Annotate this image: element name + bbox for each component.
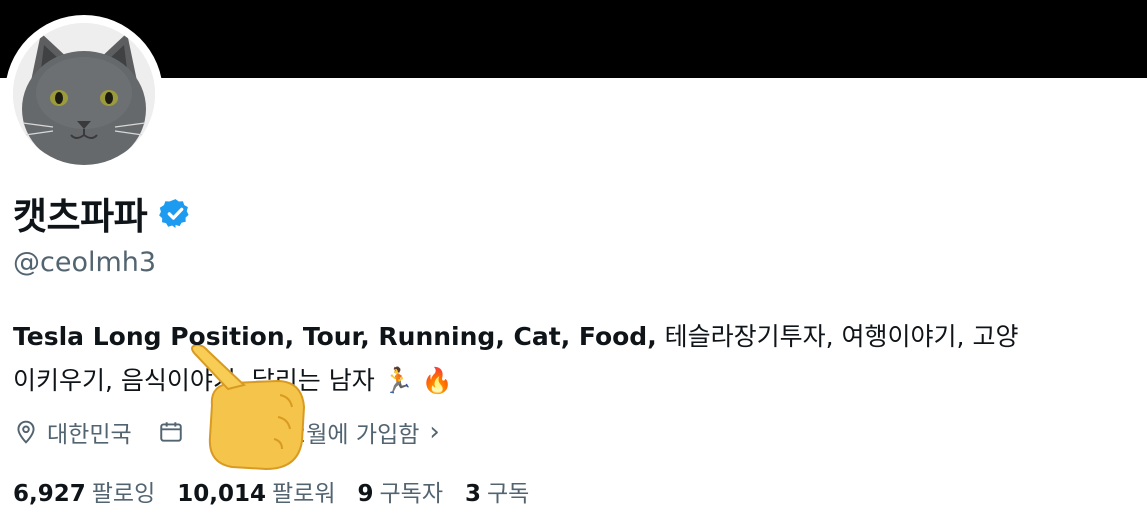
- profile-banner[interactable]: [0, 0, 1147, 78]
- followers-label: 팔로워: [272, 481, 336, 507]
- location-pin-icon: [17, 420, 35, 444]
- thumbs-pointing-hand-emoji: [191, 345, 306, 471]
- bio-korean-text: 테슬라장기투자, 여행이야기, 고양: [656, 322, 1019, 351]
- display-name: 캣츠파파: [13, 195, 148, 238]
- subscribers-label: 구독자: [379, 481, 443, 507]
- follow-stats: 6,927 팔로잉 10,014 팔로워 9 구독자 3 구독: [13, 472, 551, 510]
- followers-stat[interactable]: 10,014 팔로워: [177, 474, 335, 508]
- bio-emoji: 🏃 🔥: [382, 366, 453, 395]
- subscribers-count: 9: [357, 481, 374, 507]
- location-text: 대한민국: [47, 422, 132, 448]
- subscribers-stat[interactable]: 9 구독자: [358, 474, 444, 508]
- verified-badge-icon[interactable]: [159, 197, 192, 230]
- location: 대한민국: [13, 415, 132, 449]
- following-stat[interactable]: 6,927 팔로잉: [13, 474, 155, 508]
- following-count: 6,927: [13, 481, 86, 507]
- name-row: 캣츠파파: [13, 188, 192, 238]
- chevron-right-icon: ›: [429, 417, 440, 447]
- calendar-icon: [159, 422, 182, 442]
- username-handle: @ceolmh3: [13, 247, 157, 278]
- following-label: 팔로잉: [91, 481, 156, 507]
- cat-photo: [13, 23, 155, 165]
- bio-bold-text: Tesla Long Position, Tour, Running, Cat,…: [13, 322, 657, 351]
- subscriptions-stat[interactable]: 3 구독: [465, 474, 529, 508]
- subscriptions-count: 3: [465, 481, 482, 507]
- followers-count: 10,014: [177, 481, 267, 507]
- avatar[interactable]: [13, 23, 155, 165]
- subscriptions-label: 구독: [487, 481, 530, 507]
